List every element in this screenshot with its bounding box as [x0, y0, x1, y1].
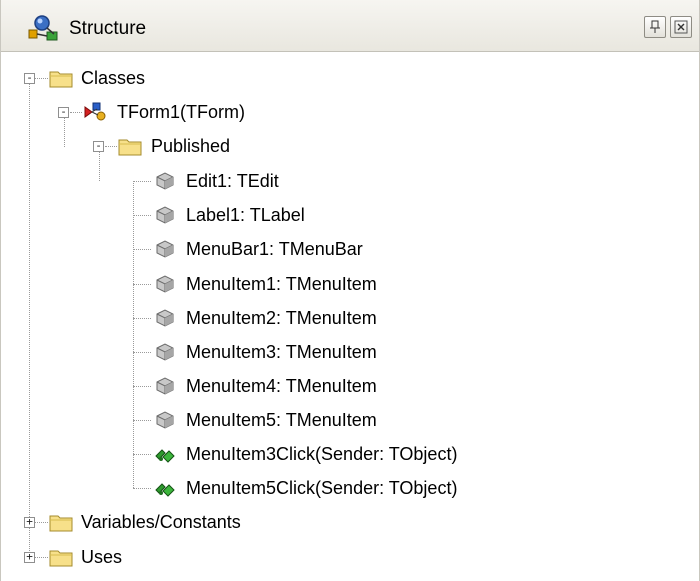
node-label-method: MenuItem5Click(Sender: TObject)	[186, 478, 458, 498]
collapse-toggle-classes[interactable]: -	[24, 72, 35, 84]
class-icon	[84, 102, 106, 121]
close-icon	[674, 20, 688, 34]
node-label-classes: Classes	[81, 68, 146, 88]
field-icon	[156, 343, 174, 361]
collapse-toggle-form[interactable]: -	[58, 106, 69, 118]
field-icon	[156, 206, 174, 224]
panel-title: Structure	[69, 18, 147, 39]
field-icon	[156, 309, 174, 327]
expand-toggle-variables[interactable]: +	[24, 516, 35, 528]
node-label-member: Label1: TLabel	[186, 205, 305, 225]
node-label-method: MenuItem3Click(Sender: TObject)	[186, 444, 458, 464]
node-label-member: Edit1: TEdit	[186, 171, 279, 191]
node-label-member: MenuItem2: TMenuItem	[186, 308, 377, 328]
close-button[interactable]	[670, 16, 692, 38]
folder-icon	[49, 550, 73, 567]
field-icon	[156, 377, 174, 395]
node-label-published: Published	[151, 136, 231, 156]
structure-panel: Structure - Classes - TForm1(TForm) - Pu…	[0, 0, 700, 581]
folder-icon	[49, 71, 73, 88]
field-icon	[156, 172, 174, 190]
folder-icon	[118, 139, 142, 156]
method-icon	[155, 449, 175, 463]
field-icon	[156, 411, 174, 429]
structure-icon	[28, 15, 58, 41]
node-label-member: MenuItem4: TMenuItem	[186, 376, 377, 396]
node-label-uses: Uses	[81, 547, 123, 567]
node-label-form: TForm1(TForm)	[117, 102, 245, 122]
folder-icon	[49, 515, 73, 532]
method-icon	[155, 483, 175, 497]
node-label-member: MenuBar1: TMenuBar	[186, 239, 363, 259]
expand-toggle-uses[interactable]: +	[24, 551, 35, 563]
node-label-member: MenuItem3: TMenuItem	[186, 342, 377, 362]
pin-button[interactable]	[644, 16, 666, 38]
field-icon	[156, 275, 174, 293]
node-label-variables: Variables/Constants	[81, 512, 241, 532]
node-label-member: MenuItem1: TMenuItem	[186, 274, 377, 294]
field-icon	[156, 240, 174, 258]
pin-icon	[650, 20, 660, 33]
structure-tree: - Classes - TForm1(TForm) - Published Ed…	[1, 52, 699, 581]
collapse-toggle-published[interactable]: -	[93, 140, 104, 152]
panel-titlebar: Structure	[1, 0, 699, 52]
node-label-member: MenuItem5: TMenuItem	[186, 410, 377, 430]
